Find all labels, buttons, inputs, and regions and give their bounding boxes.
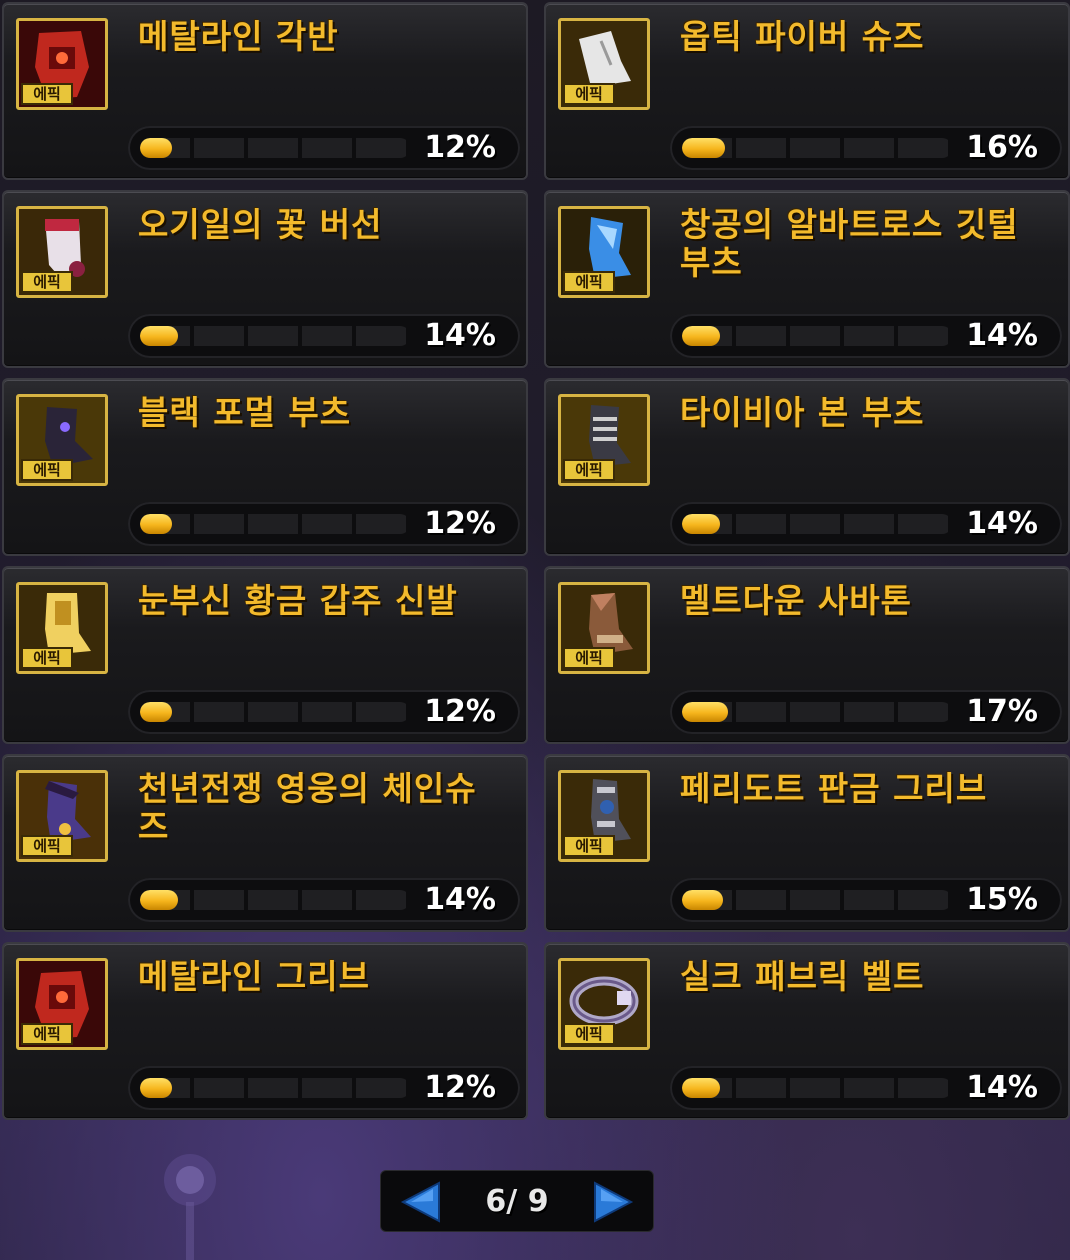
progress-percent: 14% xyxy=(424,882,496,917)
item-card[interactable]: 에픽 천년전쟁 영웅의 체인슈즈 14% xyxy=(2,754,528,932)
item-name: 페리도트 판금 그리브 xyxy=(680,769,988,808)
progress-percent: 17% xyxy=(966,694,1038,729)
progress-percent: 12% xyxy=(424,506,496,541)
progress-bar: 12% xyxy=(128,1066,520,1110)
progress-fill xyxy=(682,890,723,910)
epic-badge: 에픽 xyxy=(563,83,615,105)
epic-badge: 에픽 xyxy=(563,647,615,669)
item-card[interactable]: 에픽 오기일의 꽃 버선 14% xyxy=(2,190,528,368)
item-name: 메탈라인 각반 xyxy=(138,17,339,56)
red-greave-icon: 에픽 xyxy=(16,958,108,1050)
item-name: 타이비아 본 부츠 xyxy=(680,393,925,432)
item-name: 옵틱 파이버 슈즈 xyxy=(680,17,925,56)
progress-percent: 16% xyxy=(966,130,1038,165)
progress-bar: 14% xyxy=(128,878,520,922)
progress-fill xyxy=(682,514,720,534)
arrow-left-icon[interactable] xyxy=(399,1181,443,1223)
sabaton-icon: 에픽 xyxy=(558,582,650,674)
progress-fill xyxy=(140,1078,173,1098)
progress-percent: 12% xyxy=(424,130,496,165)
item-card[interactable]: 에픽 메탈라인 각반 12% xyxy=(2,2,528,180)
epic-badge: 에픽 xyxy=(21,1023,73,1045)
page-indicator: 6/ 9 xyxy=(485,1184,549,1219)
progress-bar: 14% xyxy=(670,502,1062,546)
progress-bar: 17% xyxy=(670,690,1062,734)
item-name: 블랙 포멀 부츠 xyxy=(138,393,352,432)
item-grid: 에픽 메탈라인 각반 12% 에픽 옵틱 파이버 슈즈 16% 에픽 오기일의 … xyxy=(0,0,1070,1130)
blue-feather-boot-icon: 에픽 xyxy=(558,206,650,298)
background-ornament xyxy=(164,1154,216,1260)
silk-belt-icon: 에픽 xyxy=(558,958,650,1050)
progress-percent: 14% xyxy=(966,1070,1038,1105)
item-card[interactable]: 에픽 눈부신 황금 갑주 신발 12% xyxy=(2,566,528,744)
item-name: 메탈라인 그리브 xyxy=(138,957,371,996)
progress-fill xyxy=(682,326,720,346)
progress-percent: 12% xyxy=(424,694,496,729)
progress-fill xyxy=(682,1078,720,1098)
flower-sock-icon: 에픽 xyxy=(16,206,108,298)
item-card[interactable]: 에픽 블랙 포멀 부츠 12% xyxy=(2,378,528,556)
item-name: 오기일의 꽃 버선 xyxy=(138,205,383,244)
progress-fill xyxy=(140,138,173,158)
golden-armor-shoe-icon: 에픽 xyxy=(16,582,108,674)
red-armor-legging-icon: 에픽 xyxy=(16,18,108,110)
progress-bar: 14% xyxy=(670,1066,1062,1110)
progress-bar: 12% xyxy=(128,126,520,170)
progress-fill xyxy=(140,514,173,534)
progress-bar: 14% xyxy=(128,314,520,358)
progress-percent: 14% xyxy=(966,506,1038,541)
progress-fill xyxy=(682,138,726,158)
epic-badge: 에픽 xyxy=(21,835,73,857)
item-card[interactable]: 에픽 타이비아 본 부츠 14% xyxy=(544,378,1070,556)
progress-fill xyxy=(140,326,178,346)
item-card[interactable]: 에픽 창공의 알바트로스 깃털 부츠 14% xyxy=(544,190,1070,368)
epic-badge: 에픽 xyxy=(563,459,615,481)
pagination: 6/ 9 xyxy=(380,1170,654,1232)
item-name: 멜트다운 사바톤 xyxy=(680,581,913,620)
bone-boot-icon: 에픽 xyxy=(558,394,650,486)
progress-bar: 14% xyxy=(670,314,1062,358)
epic-badge: 에픽 xyxy=(563,835,615,857)
progress-bar: 15% xyxy=(670,878,1062,922)
progress-fill xyxy=(682,702,728,722)
black-boot-icon: 에픽 xyxy=(16,394,108,486)
progress-percent: 14% xyxy=(966,318,1038,353)
epic-badge: 에픽 xyxy=(21,647,73,669)
arrow-right-icon[interactable] xyxy=(591,1181,635,1223)
epic-badge: 에픽 xyxy=(563,271,615,293)
white-shoe-icon: 에픽 xyxy=(558,18,650,110)
plate-greave-icon: 에픽 xyxy=(558,770,650,862)
item-card[interactable]: 에픽 실크 패브릭 벨트 14% xyxy=(544,942,1070,1120)
item-name: 창공의 알바트로스 깃털 부츠 xyxy=(680,205,1019,282)
progress-fill xyxy=(140,890,178,910)
progress-percent: 14% xyxy=(424,318,496,353)
item-card[interactable]: 에픽 페리도트 판금 그리브 15% xyxy=(544,754,1070,932)
progress-bar: 12% xyxy=(128,502,520,546)
progress-bar: 16% xyxy=(670,126,1062,170)
epic-badge: 에픽 xyxy=(563,1023,615,1045)
item-name: 실크 패브릭 벨트 xyxy=(680,957,925,996)
progress-percent: 15% xyxy=(966,882,1038,917)
item-name: 눈부신 황금 갑주 신발 xyxy=(138,581,458,620)
item-name: 천년전쟁 영웅의 체인슈즈 xyxy=(138,769,477,846)
progress-fill xyxy=(140,702,173,722)
epic-badge: 에픽 xyxy=(21,83,73,105)
progress-percent: 12% xyxy=(424,1070,496,1105)
chain-shoe-icon: 에픽 xyxy=(16,770,108,862)
item-card[interactable]: 에픽 메탈라인 그리브 12% xyxy=(2,942,528,1120)
epic-badge: 에픽 xyxy=(21,271,73,293)
epic-badge: 에픽 xyxy=(21,459,73,481)
progress-bar: 12% xyxy=(128,690,520,734)
item-card[interactable]: 에픽 옵틱 파이버 슈즈 16% xyxy=(544,2,1070,180)
item-card[interactable]: 에픽 멜트다운 사바톤 17% xyxy=(544,566,1070,744)
